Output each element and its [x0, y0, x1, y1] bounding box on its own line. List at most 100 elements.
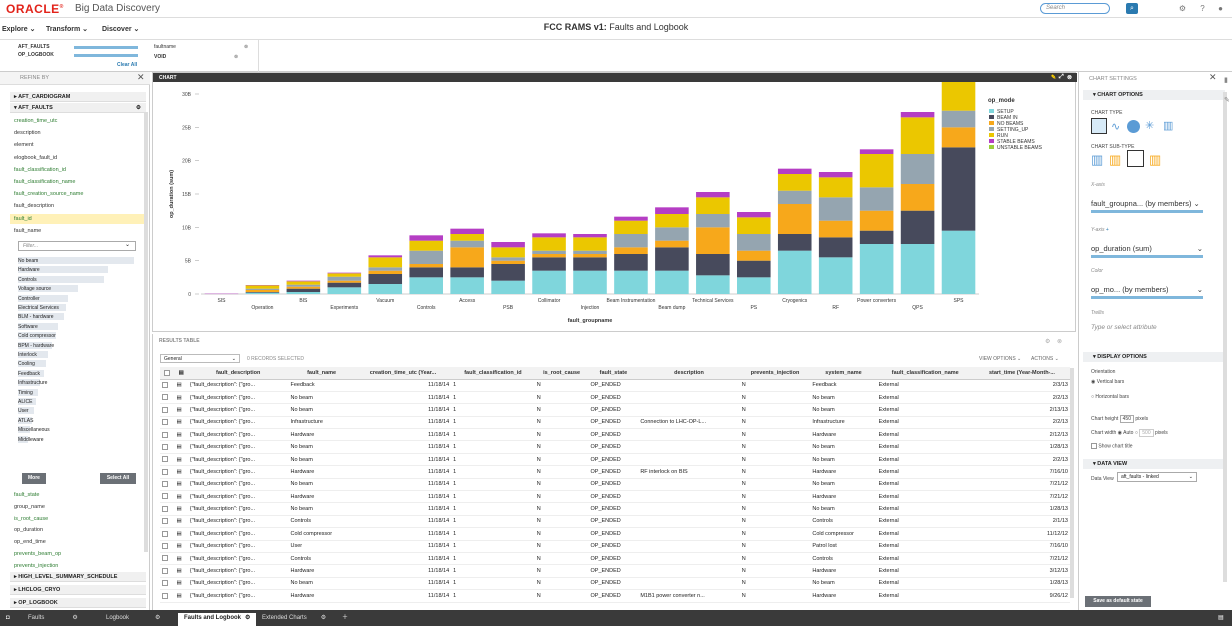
group-lhclog-cryo[interactable]: ▸ LHCLOG_CRYO	[10, 585, 146, 595]
refine-value[interactable]: ATLAS	[18, 417, 33, 425]
yaxis-select[interactable]: op_duration (sum) ⌄	[1091, 244, 1203, 253]
gear-icon[interactable]: ⚙	[1045, 338, 1050, 345]
column-header[interactable]: is_root_cause	[534, 367, 589, 380]
vertical-bars-radio[interactable]: ◉ Vertical bars	[1091, 379, 1124, 385]
table-row[interactable]: ▤ {"fault_description": {"gro... User 11/18…	[160, 540, 1070, 553]
refine-value[interactable]: Voltage source	[18, 285, 51, 293]
stacked-bar-icon[interactable]: ▥	[1109, 152, 1121, 168]
row-checkbox[interactable]	[160, 453, 175, 467]
row-detail-icon[interactable]: ▤	[174, 577, 188, 591]
view-options-button[interactable]: VIEW OPTIONS ⌄	[979, 356, 1021, 362]
horizontal-bars-radio[interactable]: ○ Horizontal bars	[1091, 394, 1129, 400]
table-row[interactable]: ▤ {"fault_description": {"gro... Hardware 1…	[160, 465, 1070, 479]
refine-value[interactable]: Cooling	[18, 360, 35, 368]
refine-attribute[interactable]: elogbook_fault_id	[14, 153, 57, 163]
row-detail-icon[interactable]: ▤	[174, 552, 188, 566]
refine-attribute[interactable]: fault_creation_source_name	[14, 189, 83, 199]
refine-value[interactable]: Infrastructure	[18, 379, 47, 387]
group-aft-cardiogram[interactable]: ▸ AFT_CARDIOGRAM	[10, 92, 146, 102]
table-row[interactable]: ▤ {"fault_description": {"gro... Infrastru…	[160, 416, 1070, 430]
row-checkbox[interactable]	[160, 577, 175, 591]
refine-attribute[interactable]: creation_time_utc	[14, 116, 57, 126]
refine-attribute[interactable]: fault_description	[14, 201, 54, 211]
select-all-button[interactable]: Select All	[100, 473, 136, 484]
table-row[interactable]: ▤ {"fault_description": {"gro... Controls 1…	[160, 552, 1070, 566]
refine-value[interactable]: BLM - hardware	[18, 313, 54, 321]
row-checkbox[interactable]	[160, 416, 175, 430]
row-checkbox[interactable]	[160, 440, 175, 454]
expand-icon[interactable]: ⤢	[1059, 74, 1064, 81]
chart-height-input[interactable]: 450	[1119, 415, 1134, 423]
percent-bar-icon[interactable]	[1127, 150, 1144, 167]
refine-attribute[interactable]: fault_classification_id	[14, 165, 66, 175]
table-row[interactable]: ▤ {"fault_description": {"gro... No beam 11…	[160, 577, 1070, 591]
breadcrumb-item[interactable]: AFT_FAULTS	[18, 44, 50, 50]
close-icon[interactable]: ⊗	[244, 44, 248, 50]
xaxis-select[interactable]: fault_groupna... (by members) ⌄	[1091, 199, 1203, 208]
camera-icon[interactable]: ◘	[0, 613, 18, 626]
refine-attribute[interactable]: description	[14, 128, 41, 138]
refine-value[interactable]: Cold compressor	[18, 332, 56, 340]
help-icon[interactable]: ?	[1198, 4, 1207, 13]
table-row[interactable]: ▤ {"fault_description": {"gro... No beam 11…	[160, 440, 1070, 454]
tab-extended-charts[interactable]: Extended Charts ⚙	[256, 613, 332, 626]
close-icon[interactable]: ⊗	[1067, 74, 1072, 81]
row-detail-icon[interactable]: ▤	[174, 490, 188, 504]
column-header[interactable]: system_name	[810, 367, 877, 380]
add-tab-icon[interactable]: ＋	[336, 613, 354, 626]
tab-faults-and-logbook[interactable]: Faults and Logbook ⚙	[178, 613, 257, 626]
tab-faults[interactable]: Faults ⚙	[22, 613, 84, 626]
refine-attribute[interactable]: op_end_time	[14, 537, 46, 547]
scatter-chart-icon[interactable]: ✳	[1145, 119, 1154, 132]
refine-attribute[interactable]: op_duration	[14, 525, 43, 535]
display-options-header[interactable]: ▾ DISPLAY OPTIONS	[1083, 352, 1225, 362]
row-checkbox[interactable]	[160, 527, 175, 541]
scrollbar[interactable]	[144, 112, 148, 552]
select-all-checkbox[interactable]	[160, 367, 175, 380]
pencil-icon[interactable]: ✎	[1224, 96, 1230, 104]
refine-attribute[interactable]: fault_state	[14, 490, 39, 500]
column-header[interactable]: fault_classification_name	[876, 367, 974, 380]
table-row[interactable]: ▤ {"fault_description": {"gro... Hardware 1…	[160, 490, 1070, 504]
row-detail-icon[interactable]: ▤	[174, 379, 188, 392]
refine-value[interactable]: Controller	[18, 295, 40, 303]
group-aft-faults[interactable]: ▾ AFT_FAULTS ⚙	[10, 103, 146, 113]
chart-icon[interactable]: ▮	[1224, 76, 1228, 84]
row-detail-icon[interactable]: ▤	[174, 478, 188, 492]
row-checkbox[interactable]	[160, 379, 175, 392]
refine-value[interactable]: Middleware	[18, 436, 44, 444]
group-high-level-summary[interactable]: ▸ HIGH_LEVEL_SUMMARY_SCHEDULE	[10, 572, 146, 582]
refine-attribute[interactable]: prevents_beam_op	[14, 549, 61, 559]
row-checkbox[interactable]	[160, 552, 175, 566]
refine-attribute[interactable]: prevents_injection	[14, 561, 58, 571]
color-select[interactable]: op_mo... (by members) ⌄	[1091, 285, 1203, 294]
row-detail-icon[interactable]: ▤	[174, 502, 188, 516]
row-checkbox[interactable]	[160, 478, 175, 492]
row-detail-icon[interactable]: ▤	[174, 515, 188, 529]
clear-all-link[interactable]: Clear All	[117, 62, 137, 68]
grouped-bar-icon[interactable]: ▥	[1091, 152, 1103, 168]
refine-attribute[interactable]: is_root_cause	[14, 514, 48, 524]
refine-value[interactable]: Software	[18, 323, 38, 331]
data-view-header[interactable]: ▾ DATA VIEW	[1083, 459, 1225, 469]
trellis-input[interactable]: Type or select attribute	[1091, 324, 1203, 331]
column-header[interactable]: creation_time_utc (Year...	[354, 367, 452, 380]
bar-chart-icon[interactable]	[1091, 118, 1107, 134]
filter-input[interactable]: Filter...	[18, 241, 136, 251]
actions-button[interactable]: ACTIONS ⌄	[1031, 356, 1059, 362]
search-input[interactable]: Search	[1040, 3, 1110, 14]
refine-attribute[interactable]: fault_classification_name	[14, 177, 75, 187]
refine-value[interactable]: Hardware	[18, 266, 40, 274]
view-select[interactable]: General ⌄	[160, 354, 240, 363]
close-icon[interactable]: ✕	[137, 72, 145, 83]
row-checkbox[interactable]	[160, 589, 175, 603]
data-view-select[interactable]: aft_faults - linked ⌄	[1117, 472, 1197, 482]
row-detail-icon[interactable]: ▤	[174, 416, 188, 430]
group-op-logbook[interactable]: ▸ OP_LOGBOOK	[10, 598, 146, 608]
row-detail-icon[interactable]: ▤	[174, 453, 188, 467]
search-icon[interactable]: ⌕	[1126, 3, 1138, 14]
refine-value[interactable]: Timing	[18, 389, 33, 397]
row-detail-icon[interactable]: ▤	[174, 465, 188, 479]
row-detail-icon[interactable]: ▤	[174, 440, 188, 454]
column-header[interactable]: fault_state	[588, 367, 639, 380]
